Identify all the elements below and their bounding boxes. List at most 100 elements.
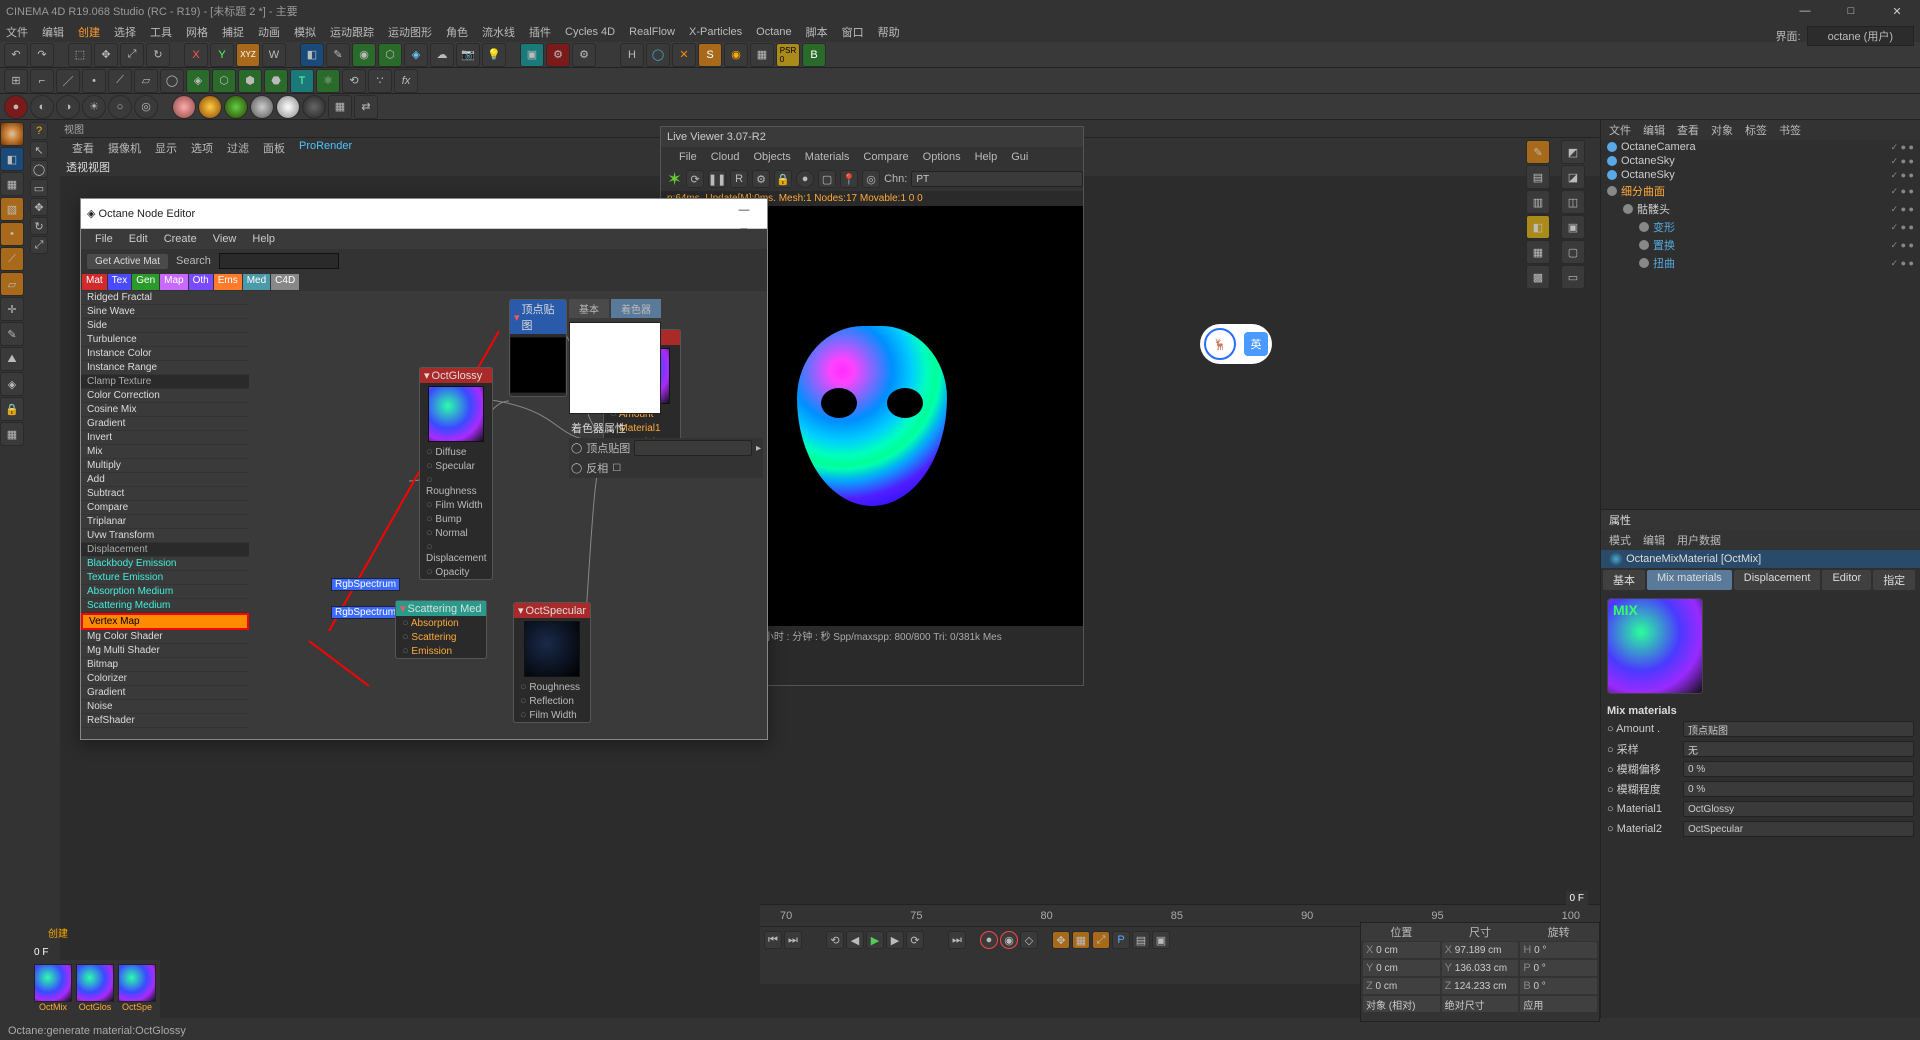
node-input-Bump[interactable]: ○ Bump <box>420 512 492 526</box>
node-type-Noise[interactable]: Noise <box>81 700 249 714</box>
axis-xyz-icon[interactable]: XYZ <box>236 43 260 67</box>
node-type-Instance-Range[interactable]: Instance Range <box>81 361 249 375</box>
pink-sphere-icon[interactable] <box>172 95 196 119</box>
coord-X[interactable]: X 0 cm <box>1363 942 1440 958</box>
enable-sds-icon[interactable]: ◈ <box>0 372 24 396</box>
lv-pause-icon[interactable]: ❚❚ <box>708 170 726 188</box>
viewport-menu-ProRender[interactable]: ProRender <box>299 140 352 156</box>
move-tool-icon[interactable]: ✥ <box>30 198 48 216</box>
view-help-icon[interactable]: ? <box>30 122 48 140</box>
lv-menu-Compare[interactable]: Compare <box>863 151 908 163</box>
live-viewer-title[interactable]: Live Viewer 3.07-R2 <box>661 127 1083 147</box>
menu-工具[interactable]: 工具 <box>150 24 172 40</box>
viewport-menu-显示[interactable]: 显示 <box>155 140 177 156</box>
realflow-icon[interactable]: ◯ <box>646 43 670 67</box>
node-type-Turbulence[interactable]: Turbulence <box>81 333 249 347</box>
get-active-mat-button[interactable]: Get Active Mat <box>87 254 168 269</box>
fx-icon[interactable]: fx <box>394 69 418 93</box>
palette-c-icon[interactable]: ▦ <box>1526 240 1550 264</box>
node-oct-glossy[interactable]: ▾OctGlossy ○ Diffuse○ Specular○ Roughnes… <box>419 367 493 580</box>
cursor-icon[interactable]: ↖ <box>30 141 48 159</box>
menu-帮助[interactable]: 帮助 <box>878 24 900 40</box>
rewind-icon[interactable]: ⟲ <box>826 931 844 949</box>
attr-tab-Mix materials[interactable]: Mix materials <box>1647 570 1732 590</box>
prev-frame-icon[interactable]: ◀ <box>846 931 864 949</box>
palette-e-icon[interactable]: ◩ <box>1561 140 1585 164</box>
search-input[interactable] <box>219 253 339 269</box>
pla-key-icon[interactable]: ▤ <box>1132 931 1150 949</box>
menu-Cycles 4D[interactable]: Cycles 4D <box>565 26 615 38</box>
coord-Z[interactable]: Z 0 cm <box>1363 978 1440 994</box>
category-Oth[interactable]: Oth <box>189 274 213 290</box>
node-type-Displacement[interactable]: Displacement <box>81 543 249 557</box>
axis-mode-icon[interactable]: ✛ <box>0 297 24 321</box>
mograph-icon[interactable]: ∵ <box>368 69 392 93</box>
lv-region-icon[interactable]: R <box>730 170 748 188</box>
menu-RealFlow[interactable]: RealFlow <box>629 26 675 38</box>
node-type-Invert[interactable]: Invert <box>81 431 249 445</box>
menu-编辑[interactable]: 编辑 <box>42 24 64 40</box>
make-editable-icon[interactable]: ● <box>0 122 24 146</box>
primitive-icon[interactable]: ▣ <box>520 43 544 67</box>
ne-menu-Help[interactable]: Help <box>252 233 275 245</box>
coord-P[interactable]: P 0 ° <box>1520 960 1597 976</box>
viewport-menu-面板[interactable]: 面板 <box>263 140 285 156</box>
scale-tool-icon[interactable]: ⤢ <box>30 236 48 254</box>
node-type-Gradient[interactable]: Gradient <box>81 417 249 431</box>
material-OctSpe[interactable]: OctSpe <box>118 964 156 1018</box>
node-type-Gradient[interactable]: Gradient <box>81 686 249 700</box>
keyframe-icon[interactable]: ◇ <box>1020 931 1038 949</box>
category-Med[interactable]: Med <box>243 274 270 290</box>
orb2-icon[interactable]: ◎ <box>134 95 158 119</box>
grey-sphere-icon[interactable] <box>250 95 274 119</box>
boolean-icon[interactable]: ⬣ <box>264 69 288 93</box>
substance-icon[interactable]: S <box>698 43 722 67</box>
node-type-Subtract[interactable]: Subtract <box>81 487 249 501</box>
node-oct-specular[interactable]: ▾OctSpecular ○ Roughness○ Reflection○ Fi… <box>513 602 591 723</box>
create-tab-label[interactable]: 创建 <box>48 925 68 940</box>
live-select-icon[interactable]: ◯ <box>30 160 48 178</box>
texture-mode-icon[interactable]: ▦ <box>0 172 24 196</box>
rotate-icon[interactable]: ↻ <box>146 43 170 67</box>
forward-icon[interactable]: ⟳ <box>906 931 924 949</box>
object-置换[interactable]: 置换✓ ● ● <box>1601 236 1920 254</box>
autokey-icon[interactable]: ◉ <box>1000 931 1018 949</box>
node-input-Film Width[interactable]: ○ Film Width <box>514 708 590 722</box>
move-key-icon[interactable]: ▦ <box>1072 931 1090 949</box>
lv-menu-File[interactable]: File <box>679 151 697 163</box>
light-icon[interactable]: 💡 <box>482 43 506 67</box>
coord-mode-abs[interactable]: 绝对尺寸 <box>1442 996 1519 1012</box>
attr-mode-编辑[interactable]: 编辑 <box>1643 532 1665 548</box>
camera-icon[interactable]: 📷 <box>456 43 480 67</box>
line-icon[interactable]: ／ <box>56 69 80 93</box>
node-type-Mg-Color-Shader[interactable]: Mg Color Shader <box>81 630 249 644</box>
move-icon[interactable]: ✥ <box>94 43 118 67</box>
ne-maximize-button[interactable]: □ <box>721 221 767 243</box>
deformer-icon[interactable]: ◈ <box>404 43 428 67</box>
redo-icon[interactable]: ↷ <box>30 43 54 67</box>
poly-mode-icon[interactable]: ▱ <box>0 272 24 296</box>
object-OctaneSky[interactable]: OctaneSky✓ ● ● <box>1601 168 1920 182</box>
category-Gen[interactable]: Gen <box>132 274 159 290</box>
menu-创建[interactable]: 创建 <box>78 24 100 40</box>
ne-menu-File[interactable]: File <box>95 233 113 245</box>
go-start-icon[interactable]: ⏮ <box>764 931 782 949</box>
psr-key-icon[interactable]: ✥ <box>1052 931 1070 949</box>
material-OctMix[interactable]: OctMix <box>34 964 72 1018</box>
bw2-icon[interactable]: ◑ <box>56 95 80 119</box>
cube-icon[interactable]: ◧ <box>300 43 324 67</box>
point-icon[interactable]: • <box>82 69 106 93</box>
obj-tab-编辑[interactable]: 编辑 <box>1643 122 1665 138</box>
psr-icon[interactable]: PSR0 <box>776 43 800 67</box>
lv-pin-icon[interactable]: 📍 <box>840 170 858 188</box>
generator-icon[interactable]: ⬡ <box>378 43 402 67</box>
sun-icon[interactable]: ☀ <box>82 95 106 119</box>
node-type-Ridged-Fractal[interactable]: Ridged Fractal <box>81 291 249 305</box>
coord-Y[interactable]: Y 136.033 cm <box>1442 960 1519 976</box>
node-type-Side[interactable]: Side <box>81 319 249 333</box>
menu-Octane[interactable]: Octane <box>756 26 791 38</box>
node-type-Triplanar[interactable]: Triplanar <box>81 515 249 529</box>
palette-yellow-icon[interactable]: ◧ <box>1526 215 1550 239</box>
lock-icon[interactable]: 🔒 <box>0 397 24 421</box>
nurbs-icon[interactable]: ◉ <box>352 43 376 67</box>
